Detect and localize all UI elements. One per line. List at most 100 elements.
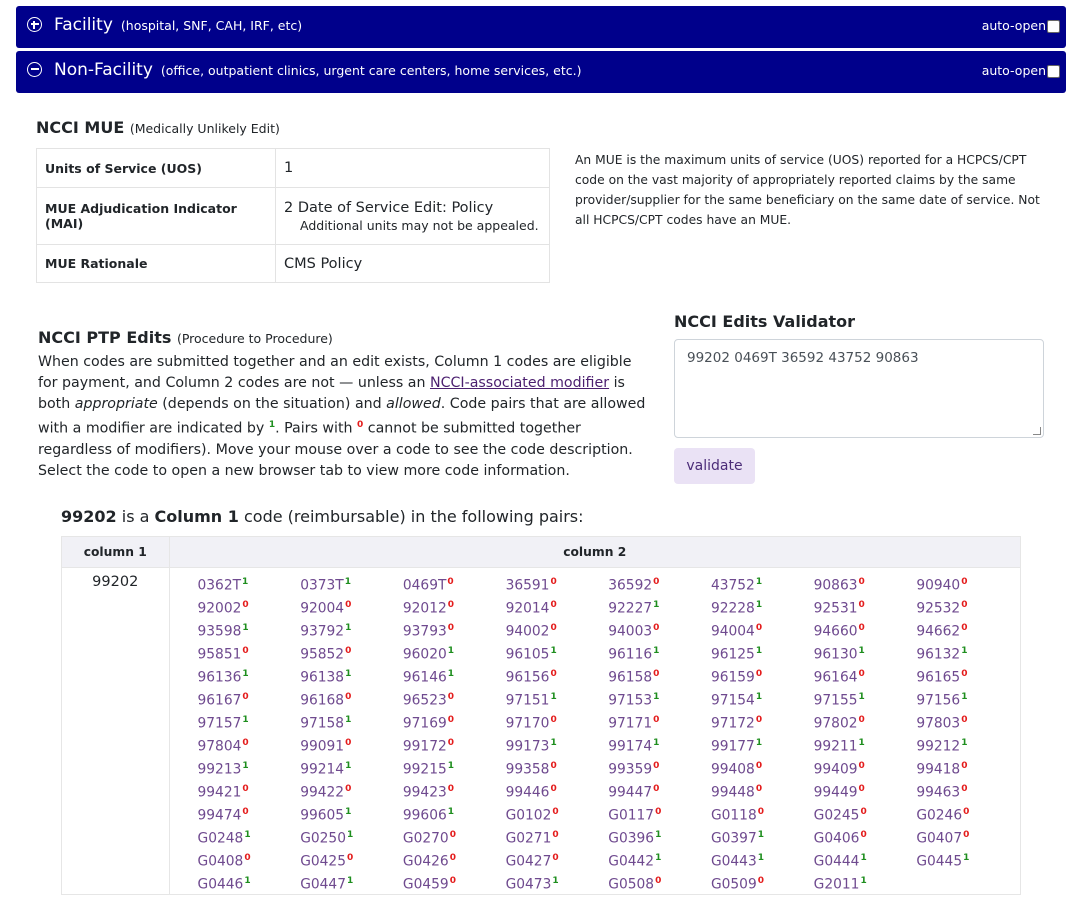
column1-code[interactable]: 99202 [61, 567, 170, 895]
column2-code[interactable]: G01180 [711, 801, 814, 824]
column2-code[interactable]: 971541 [711, 686, 814, 709]
column2-code[interactable]: G04471 [300, 870, 403, 893]
column2-code[interactable]: 961640 [814, 663, 917, 686]
validator-textarea[interactable]: 99202 0469T 36592 43752 90863 [674, 339, 1044, 438]
column2-code[interactable]: 994480 [711, 778, 814, 801]
column2-code[interactable]: 946600 [814, 617, 917, 640]
column2-code[interactable]: 971511 [506, 686, 609, 709]
column2-code[interactable]: 0373T1 [300, 571, 403, 594]
column2-code[interactable]: 994470 [608, 778, 711, 801]
column2-code[interactable]: 994080 [711, 755, 814, 778]
resize-grip-icon[interactable] [1033, 427, 1041, 435]
column2-code[interactable]: 971561 [916, 686, 1019, 709]
column2-code[interactable]: 971720 [711, 709, 814, 732]
column2-code[interactable]: G04590 [403, 870, 506, 893]
column2-code[interactable]: 994210 [198, 778, 301, 801]
column2-code[interactable]: 961251 [711, 640, 814, 663]
column2-code[interactable]: 961680 [300, 686, 403, 709]
column2-code[interactable]: 925310 [814, 594, 917, 617]
column2-code[interactable]: G04421 [608, 847, 711, 870]
column2-code[interactable]: 992151 [403, 755, 506, 778]
column2-code[interactable]: 993580 [506, 755, 609, 778]
column2-code[interactable]: G02460 [916, 801, 1019, 824]
column2-code[interactable]: 961381 [300, 663, 403, 686]
column2-code[interactable]: 958510 [198, 640, 301, 663]
column2-code[interactable]: 920140 [506, 594, 609, 617]
column2-code[interactable]: G01020 [506, 801, 609, 824]
column2-code[interactable]: 971531 [608, 686, 711, 709]
column2-code[interactable]: G02450 [814, 801, 917, 824]
column2-code[interactable]: G02710 [506, 824, 609, 847]
column2-code[interactable]: 958520 [300, 640, 403, 663]
column2-code[interactable]: 961590 [711, 663, 814, 686]
column2-code[interactable]: 971571 [198, 709, 301, 732]
column2-code[interactable]: 994460 [506, 778, 609, 801]
collapse-minus-icon[interactable] [27, 62, 42, 77]
column2-code[interactable]: 961461 [403, 663, 506, 686]
column2-code[interactable]: G04250 [300, 847, 403, 870]
column2-code[interactable]: 991771 [711, 732, 814, 755]
facility-section-bar[interactable]: Facility (hospital, SNF, CAH, IRF, etc) a… [16, 6, 1066, 48]
column2-code[interactable]: 961650 [916, 663, 1019, 686]
column2-code[interactable]: 960201 [403, 640, 506, 663]
column2-code[interactable]: G04731 [506, 870, 609, 893]
column2-code[interactable]: 994490 [814, 778, 917, 801]
column2-code[interactable]: 935981 [198, 617, 301, 640]
column2-code[interactable]: G01170 [608, 801, 711, 824]
column2-code[interactable]: 365920 [608, 571, 711, 594]
column2-code[interactable]: 940020 [506, 617, 609, 640]
column2-code[interactable]: 961670 [198, 686, 301, 709]
column2-code[interactable]: 994090 [814, 755, 917, 778]
column2-code[interactable]: 990910 [300, 732, 403, 755]
column2-code[interactable]: 992131 [198, 755, 301, 778]
validate-button[interactable]: validate [674, 448, 755, 484]
column2-code[interactable]: 0362T1 [198, 571, 301, 594]
column2-code[interactable]: 908630 [814, 571, 917, 594]
column2-code[interactable]: 940030 [608, 617, 711, 640]
column2-code[interactable]: 991741 [608, 732, 711, 755]
column2-code[interactable]: 991731 [506, 732, 609, 755]
column2-code[interactable]: 937930 [403, 617, 506, 640]
column2-code[interactable]: 971690 [403, 709, 506, 732]
column2-code[interactable]: G04441 [814, 847, 917, 870]
column2-code[interactable]: G04451 [916, 847, 1019, 870]
column2-code[interactable]: 961361 [198, 663, 301, 686]
column2-code[interactable]: G03961 [608, 824, 711, 847]
column2-code[interactable]: 994630 [916, 778, 1019, 801]
column2-code[interactable]: 437521 [711, 571, 814, 594]
column2-code[interactable]: 996051 [300, 801, 403, 824]
column2-code[interactable]: 961321 [916, 640, 1019, 663]
column2-code[interactable]: G04461 [198, 870, 301, 893]
column2-code[interactable]: 978020 [814, 709, 917, 732]
column2-code[interactable]: 961051 [506, 640, 609, 663]
column2-code[interactable]: 994220 [300, 778, 403, 801]
column2-code[interactable]: 922271 [608, 594, 711, 617]
column2-code[interactable]: 937921 [300, 617, 403, 640]
column2-code[interactable]: 920020 [198, 594, 301, 617]
column2-code[interactable]: 992111 [814, 732, 917, 755]
column2-code[interactable]: 978040 [198, 732, 301, 755]
column2-code[interactable]: G05090 [711, 870, 814, 893]
column2-code[interactable]: 971581 [300, 709, 403, 732]
auto-open-checkbox[interactable] [1047, 20, 1060, 33]
column2-code[interactable]: 994180 [916, 755, 1019, 778]
column2-code[interactable]: G04070 [916, 824, 1019, 847]
non-facility-section-bar[interactable]: Non-Facility (office, outpatient clinics,… [16, 51, 1066, 93]
column2-code[interactable]: 992121 [916, 732, 1019, 755]
ncci-modifier-link[interactable]: NCCI-associated modifier [430, 375, 609, 391]
column2-code[interactable]: 994740 [198, 801, 301, 824]
column2-code[interactable]: 992141 [300, 755, 403, 778]
auto-open-checkbox[interactable] [1047, 65, 1060, 78]
column2-code[interactable]: 925320 [916, 594, 1019, 617]
column2-code[interactable]: 978030 [916, 709, 1019, 732]
column2-code[interactable]: 961161 [608, 640, 711, 663]
column2-code[interactable]: 971700 [506, 709, 609, 732]
column2-code[interactable]: 946620 [916, 617, 1019, 640]
column2-code[interactable]: 996061 [403, 801, 506, 824]
column2-code[interactable]: G02481 [198, 824, 301, 847]
column2-code[interactable]: G03971 [711, 824, 814, 847]
column2-code[interactable]: 920040 [300, 594, 403, 617]
column2-code[interactable]: G04080 [198, 847, 301, 870]
column2-code[interactable]: 994230 [403, 778, 506, 801]
column2-code[interactable]: G05080 [608, 870, 711, 893]
